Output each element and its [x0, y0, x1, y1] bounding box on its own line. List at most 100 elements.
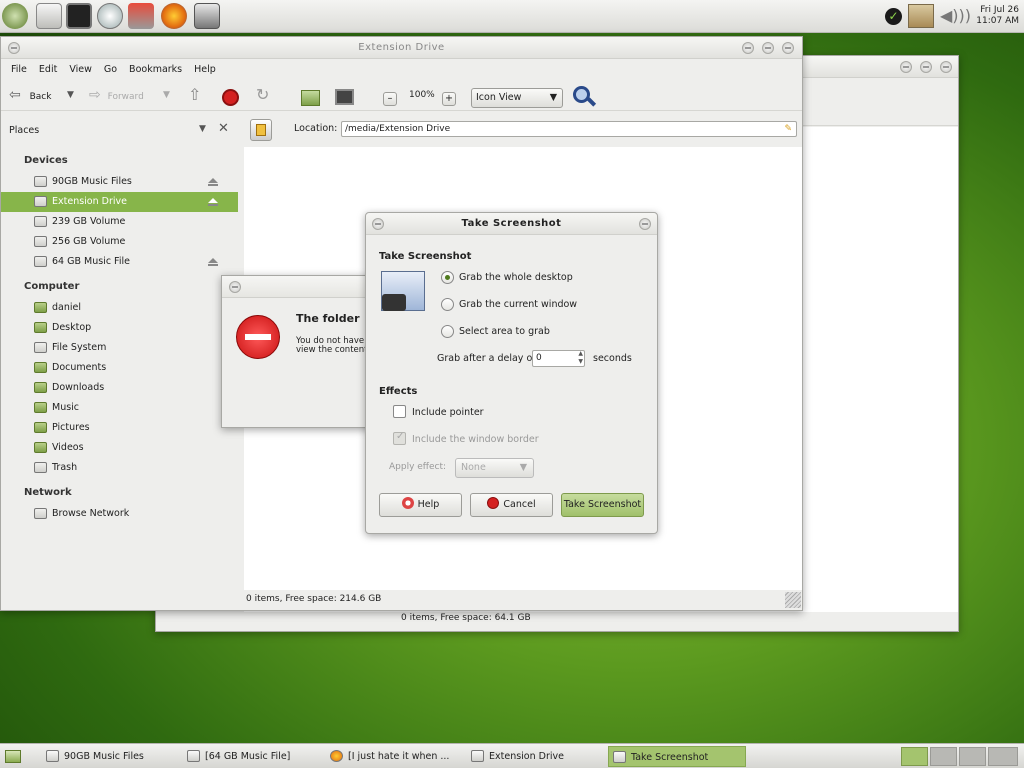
- sidebar-item-documents[interactable]: Documents: [1, 358, 238, 378]
- software-icon[interactable]: [128, 3, 154, 29]
- view-mode-select[interactable]: Icon View ▼: [471, 88, 563, 108]
- sidebar-item-extension-drive[interactable]: Extension Drive: [1, 192, 238, 212]
- sidebar-item-90gb-music-files[interactable]: 90GB Music Files: [1, 172, 238, 192]
- take-screenshot-button[interactable]: Take Screenshot: [561, 493, 644, 517]
- back-button[interactable]: ⇦ Back: [9, 85, 51, 107]
- file-system-icon: [34, 342, 47, 353]
- grab-desktop-radio[interactable]: [441, 271, 454, 284]
- back-history-icon[interactable]: ▼: [67, 85, 74, 105]
- task-extension-drive[interactable]: Extension Drive: [467, 746, 602, 767]
- update-ok-icon[interactable]: ✓: [885, 8, 902, 25]
- task-firefox[interactable]: [I just hate it when ...: [326, 746, 461, 767]
- apply-effect-label: Apply effect:: [389, 462, 447, 472]
- workspace-1[interactable]: [901, 747, 928, 766]
- maximize-button[interactable]: [920, 61, 932, 73]
- zoom-in-button[interactable]: +: [442, 92, 456, 106]
- edit-location-button[interactable]: [250, 119, 272, 141]
- clipboard-icon[interactable]: [908, 4, 934, 28]
- include-pointer-checkbox[interactable]: [393, 405, 406, 418]
- sidebar-item-239gb-volume[interactable]: 239 GB Volume: [1, 212, 238, 232]
- eject-icon[interactable]: [208, 178, 218, 186]
- sidebar-select-chevron-icon[interactable]: ▼: [199, 124, 206, 134]
- help-button[interactable]: Help: [379, 493, 462, 517]
- menu-bookmarks[interactable]: Bookmarks: [123, 64, 188, 75]
- sidebar-item-file-system[interactable]: File System: [1, 338, 238, 358]
- workspace-3[interactable]: [959, 747, 986, 766]
- cancel-button[interactable]: Cancel: [470, 493, 553, 517]
- folder-icon: [471, 750, 484, 762]
- close-button[interactable]: [782, 42, 794, 54]
- task-take-screenshot[interactable]: Take Screenshot: [608, 746, 746, 767]
- close-button[interactable]: [940, 61, 952, 73]
- eject-icon[interactable]: [208, 258, 218, 266]
- sidebar-item-64gb-music-file[interactable]: 64 GB Music File: [1, 252, 238, 272]
- back-arrow-icon: ⇦: [9, 87, 21, 103]
- include-pointer-label[interactable]: Include pointer: [412, 407, 484, 418]
- stop-icon[interactable]: [222, 89, 239, 106]
- main-menu-icon[interactable]: [2, 3, 28, 29]
- firefox-icon[interactable]: [161, 3, 187, 29]
- sidebar-item-videos[interactable]: Videos: [1, 438, 238, 458]
- sidebar-item-desktop[interactable]: Desktop: [1, 318, 238, 338]
- sidebar-item-music[interactable]: Music: [1, 398, 238, 418]
- select-area-label[interactable]: Select area to grab: [459, 326, 550, 337]
- menu-help[interactable]: Help: [188, 64, 222, 75]
- grab-window-label[interactable]: Grab the current window: [459, 299, 577, 310]
- forward-button[interactable]: ⇨ Forward: [89, 85, 144, 107]
- close-button[interactable]: [639, 218, 651, 230]
- apply-effect-select[interactable]: None ▼: [455, 458, 534, 478]
- show-desktop-icon[interactable]: [5, 750, 21, 763]
- include-border-label[interactable]: Include the window border: [412, 434, 539, 445]
- window-menu-button[interactable]: [8, 42, 20, 54]
- location-field[interactable]: /media/Extension Drive ✎: [341, 121, 797, 137]
- file-manager-titlebar[interactable]: Extension Drive: [1, 37, 802, 59]
- dialog-titlebar[interactable]: Take Screenshot: [366, 213, 657, 235]
- menu-file[interactable]: File: [5, 64, 33, 75]
- zoom-out-button[interactable]: –: [383, 92, 397, 106]
- sidebar-close-icon[interactable]: ✕: [218, 121, 229, 136]
- clear-brush-icon[interactable]: ✎: [784, 122, 792, 136]
- window-menu-button[interactable]: [372, 218, 384, 230]
- task-64gb-music-file[interactable]: [64 GB Music File]: [183, 746, 318, 767]
- delay-spinner[interactable]: 0 ▲ ▼: [532, 350, 585, 367]
- select-area-radio[interactable]: [441, 325, 454, 338]
- screenshot-icon[interactable]: [194, 3, 220, 29]
- include-border-checkbox[interactable]: [393, 431, 406, 445]
- sidebar-item-browse-network[interactable]: Browse Network: [1, 504, 238, 524]
- sidebar-item-downloads[interactable]: Downloads: [1, 378, 238, 398]
- grab-desktop-label[interactable]: Grab the whole desktop: [459, 272, 573, 283]
- error-dialog[interactable]: The folder You do not have view the cont…: [221, 275, 381, 428]
- workspace-4[interactable]: [988, 747, 1018, 766]
- reload-icon[interactable]: ↻: [256, 85, 269, 105]
- maximize-button[interactable]: [762, 42, 774, 54]
- volume-icon[interactable]: ◀))): [940, 5, 971, 27]
- error-dialog-titlebar[interactable]: [222, 276, 380, 298]
- minimize-button[interactable]: [742, 42, 754, 54]
- clock[interactable]: Fri Jul 26 11:07 AM: [976, 5, 1019, 27]
- spin-arrows-icon[interactable]: ▲ ▼: [578, 350, 583, 366]
- take-screenshot-dialog[interactable]: Take Screenshot Take Screenshot Grab the…: [365, 212, 658, 534]
- minimize-button[interactable]: [900, 61, 912, 73]
- window-menu-button[interactable]: [229, 281, 241, 293]
- system-monitor-icon[interactable]: [97, 3, 123, 29]
- eject-icon[interactable]: [208, 198, 218, 206]
- search-icon[interactable]: [573, 86, 597, 108]
- up-icon[interactable]: ⇧: [188, 85, 201, 105]
- task-90gb-music-files[interactable]: 90GB Music Files: [42, 746, 177, 767]
- sidebar-item-trash[interactable]: Trash: [1, 458, 238, 478]
- forward-history-icon[interactable]: ▼: [163, 85, 170, 105]
- menu-edit[interactable]: Edit: [33, 64, 63, 75]
- menu-view[interactable]: View: [63, 64, 98, 75]
- home-icon[interactable]: [301, 90, 320, 106]
- sidebar-item-daniel[interactable]: daniel: [1, 298, 238, 318]
- resize-grip[interactable]: [785, 592, 801, 608]
- terminal-icon[interactable]: [66, 3, 92, 29]
- grab-window-radio[interactable]: [441, 298, 454, 311]
- sidebar-item-256gb-volume[interactable]: 256 GB Volume: [1, 232, 238, 252]
- menu-go[interactable]: Go: [98, 64, 123, 75]
- files-icon[interactable]: [36, 3, 62, 29]
- computer-icon[interactable]: [335, 89, 354, 105]
- workspace-2[interactable]: [930, 747, 957, 766]
- devices-header: Devices: [24, 155, 68, 166]
- sidebar-item-pictures[interactable]: Pictures: [1, 418, 238, 438]
